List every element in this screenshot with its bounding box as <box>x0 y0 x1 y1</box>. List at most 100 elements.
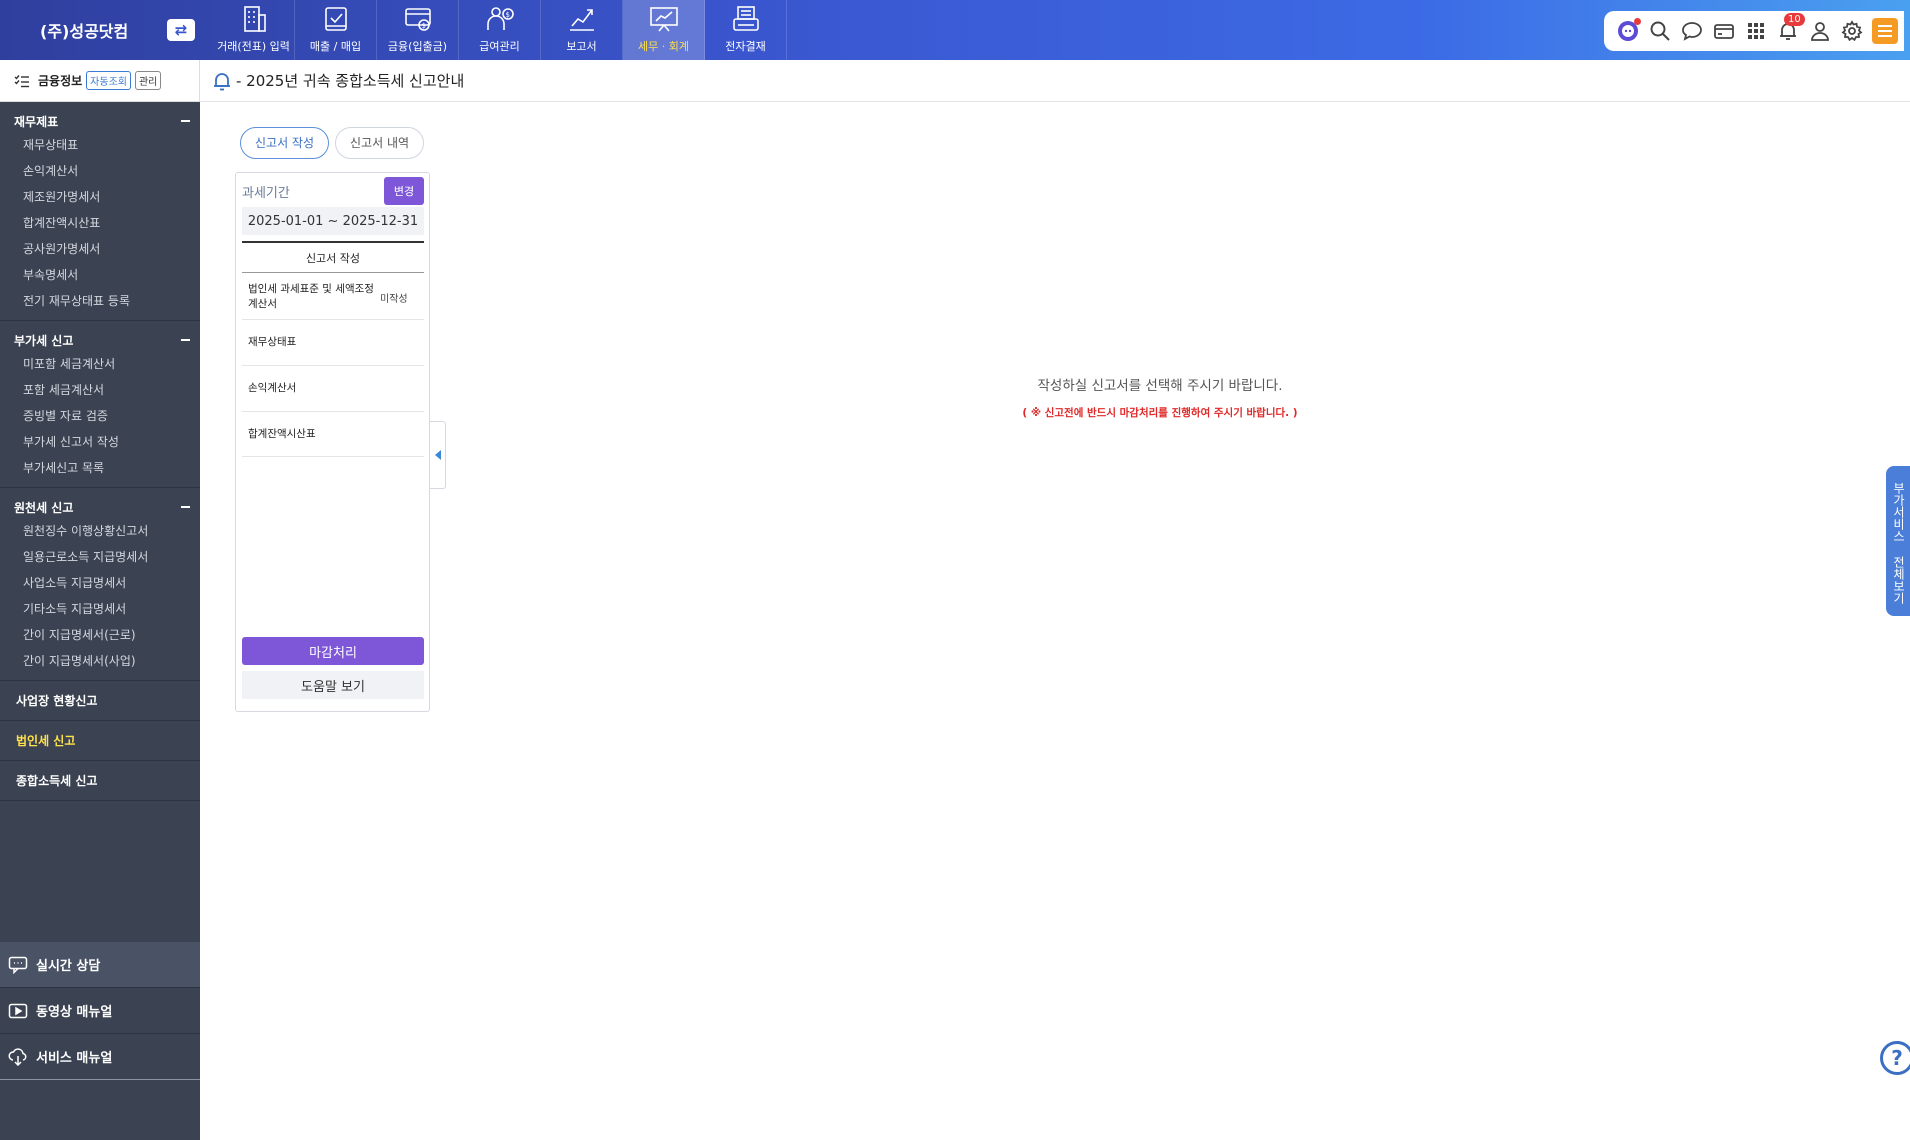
svg-text:$: $ <box>505 11 509 19</box>
service-manual-label: 서비스 매뉴얼 <box>36 1051 113 1066</box>
hamburger-menu-button[interactable] <box>1872 18 1898 44</box>
sidebar-item-included-invoice[interactable]: 포함 세금계산서 <box>0 377 200 403</box>
close-process-button[interactable]: 마감처리 <box>242 637 424 665</box>
menu-item-label: 세무 · 회계 <box>638 40 689 53</box>
sidebar-item-vat-return[interactable]: 부가세 신고서 작성 <box>0 429 200 455</box>
empty-state-warning: ( ※ 신고전에 반드시 마감처리를 진행하여 주시기 바랍니다. ) <box>1022 407 1298 419</box>
report-list-header: 신고서 작성 <box>242 241 424 273</box>
live-consultation-button[interactable]: 실시간 상담 <box>0 942 200 988</box>
sidebar-item-manufacturing-cost[interactable]: 제조원가명세서 <box>0 184 200 210</box>
additional-services-tab[interactable]: 부가서비스 전체보기 <box>1886 466 1910 616</box>
report-row-corporate-tax-adjustment[interactable]: 법인세 과세표준 및 세액조정계산서 미작성 <box>242 275 424 320</box>
sidebar-item-supplementary-schedule[interactable]: 부속명세서 <box>0 262 200 288</box>
menu-item-reports[interactable]: 보고서 <box>541 0 623 60</box>
sidebar-group-title[interactable]: 원천세 신고 <box>0 496 200 518</box>
switch-company-button[interactable]: ⇄ <box>167 19 195 41</box>
card-button[interactable] <box>1712 19 1736 43</box>
video-play-icon <box>8 1003 28 1018</box>
chevron-left-icon <box>434 450 441 460</box>
sidebar-bottom-links: 실시간 상담 동영상 매뉴얼 서비스 매뉴얼 <box>0 942 200 1080</box>
sidebar-item-vat-list[interactable]: 부가세신고 목록 <box>0 455 200 481</box>
apps-button[interactable] <box>1744 19 1768 43</box>
sidebar-item-excluded-invoice[interactable]: 미포함 세금계산서 <box>0 351 200 377</box>
live-consultation-label: 실시간 상담 <box>36 959 101 974</box>
menu-item-e-approval[interactable]: 전자결재 <box>705 0 787 60</box>
checklist-icon <box>14 74 29 87</box>
sidebar-group-financial-statements: 재무제표 재무상태표 손익계산서 제조원가명세서 합계잔액시산표 공사원가명세서… <box>0 102 200 321</box>
report-name: 재무상태표 <box>248 336 297 348</box>
report-tabs: 신고서 작성 신고서 내역 <box>240 127 425 159</box>
sidebar-group-title[interactable]: 부가세 신고 <box>0 329 200 351</box>
top-navigation-bar: (주)성공닷컴 ⇄ 거래(전표) 입력 매출 / 매입 $ 금융(입출금) $ … <box>0 0 1910 60</box>
menu-item-payroll[interactable]: $ 급여관리 <box>459 0 541 60</box>
sidebar-item-corporate-tax[interactable]: 법인세 신고 <box>0 721 200 761</box>
service-manual-button[interactable]: 서비스 매뉴얼 <box>0 1034 200 1080</box>
sidebar-item-business-status-report[interactable]: 사업장 현황신고 <box>0 681 200 721</box>
grid-icon <box>1748 23 1764 39</box>
company-name[interactable]: (주)성공닷컴 <box>40 0 128 60</box>
main-menu: 거래(전표) 입력 매출 / 매입 $ 금융(입출금) $ 급여관리 보고서 세… <box>213 0 787 60</box>
profile-button[interactable] <box>1808 19 1832 43</box>
svg-text:$: $ <box>421 22 425 30</box>
speech-bubble-icon <box>1682 22 1702 41</box>
tab-report-history[interactable]: 신고서 내역 <box>335 127 425 159</box>
sidebar-group-vat: 부가세 신고 미포함 세금계산서 포함 세금계산서 증빙별 자료 검증 부가세 … <box>0 321 200 488</box>
search-icon <box>1650 21 1670 41</box>
report-name: 합계잔액시산표 <box>248 427 316 440</box>
report-row-income-statement[interactable]: 손익계산서 <box>242 366 424 412</box>
sidebar-item-construction-cost[interactable]: 공사원가명세서 <box>0 236 200 262</box>
menu-item-finance[interactable]: $ 금융(입출금) <box>377 0 459 60</box>
payroll-icon: $ <box>486 7 514 30</box>
sidebar-item-balance-sheet[interactable]: 재무상태표 <box>0 132 200 158</box>
additional-services-label: 부가서비스 전체보기 <box>1891 482 1906 604</box>
chatbot-alert-dot <box>1634 18 1641 25</box>
chatbot-button[interactable] <box>1616 18 1641 43</box>
notification-count-badge: 10 <box>1784 13 1805 26</box>
menu-item-sales-purchase[interactable]: 매출 / 매입 <box>295 0 377 60</box>
bell-icon <box>214 72 230 90</box>
sidebar-item-withholding-report[interactable]: 원천징수 이행상황신고서 <box>0 518 200 544</box>
hamburger-icon-bar <box>1878 25 1892 27</box>
sidebar-item-income-statement[interactable]: 손익계산서 <box>0 158 200 184</box>
sidebar-item-daily-wage-statement[interactable]: 일용근로소득 지급명세서 <box>0 544 200 570</box>
sidebar-item-simple-statement-business[interactable]: 간이 지급명세서(사업) <box>0 648 200 674</box>
header-toolbar: 10 <box>1604 11 1904 51</box>
sidebar-item-income-tax[interactable]: 종합소득세 신고 <box>0 761 200 801</box>
help-fab-button[interactable]: ? <box>1880 1041 1910 1075</box>
hamburger-icon-bar <box>1878 30 1892 32</box>
sidebar-item-business-income-statement[interactable]: 사업소득 지급명세서 <box>0 570 200 596</box>
empty-state-message: 작성하실 신고서를 선택해 주시기 바랍니다. <box>1037 378 1283 394</box>
report-selection-panel: 과세기간 변경 2025-01-01 ~ 2025-12-31 신고서 작성 법… <box>235 172 430 712</box>
report-name: 손익계산서 <box>248 382 297 394</box>
building-icon <box>243 6 266 32</box>
report-row-trial-balance[interactable]: 합계잔액시산표 <box>242 412 424 457</box>
sidebar-item-other-income-statement[interactable]: 기타소득 지급명세서 <box>0 596 200 622</box>
sidebar-item-simple-statement-labor[interactable]: 간이 지급명세서(근로) <box>0 622 200 648</box>
sidebar-item-trial-balance[interactable]: 합계잔액시산표 <box>0 210 200 236</box>
panel-collapse-handle[interactable] <box>430 421 446 489</box>
change-period-button[interactable]: 변경 <box>384 177 424 205</box>
menu-item-label: 급여관리 <box>479 40 520 53</box>
message-button[interactable] <box>1680 19 1704 43</box>
manage-chip[interactable]: 관리 <box>134 71 162 90</box>
approval-icon <box>732 6 759 31</box>
receipt-icon <box>324 7 347 31</box>
auto-lookup-chip[interactable]: 자동조회 <box>86 71 131 90</box>
sidebar-group-title[interactable]: 재무제표 <box>0 110 200 132</box>
menu-item-label: 거래(전표) 입력 <box>217 40 290 53</box>
collapse-minus-icon <box>181 506 190 508</box>
sidebar-item-evidence-verification[interactable]: 증빙별 자료 검증 <box>0 403 200 429</box>
notifications-button[interactable]: 10 <box>1776 13 1805 43</box>
tax-period-header: 과세기간 변경 <box>242 177 424 205</box>
group-title-text: 원천세 신고 <box>14 500 74 515</box>
report-row-balance-sheet[interactable]: 재무상태표 <box>242 320 424 366</box>
menu-item-transaction-entry[interactable]: 거래(전표) 입력 <box>213 0 295 60</box>
video-manual-button[interactable]: 동영상 매뉴얼 <box>0 988 200 1034</box>
search-button[interactable] <box>1648 19 1672 43</box>
collapse-minus-icon <box>181 339 190 341</box>
menu-item-tax-accounting[interactable]: 세무 · 회계 <box>623 0 705 60</box>
tab-write-report[interactable]: 신고서 작성 <box>240 127 330 159</box>
settings-button[interactable] <box>1840 19 1864 43</box>
sidebar-item-prior-balance-sheet[interactable]: 전기 재무상태표 등록 <box>0 288 200 314</box>
view-help-button[interactable]: 도움말 보기 <box>242 671 424 699</box>
